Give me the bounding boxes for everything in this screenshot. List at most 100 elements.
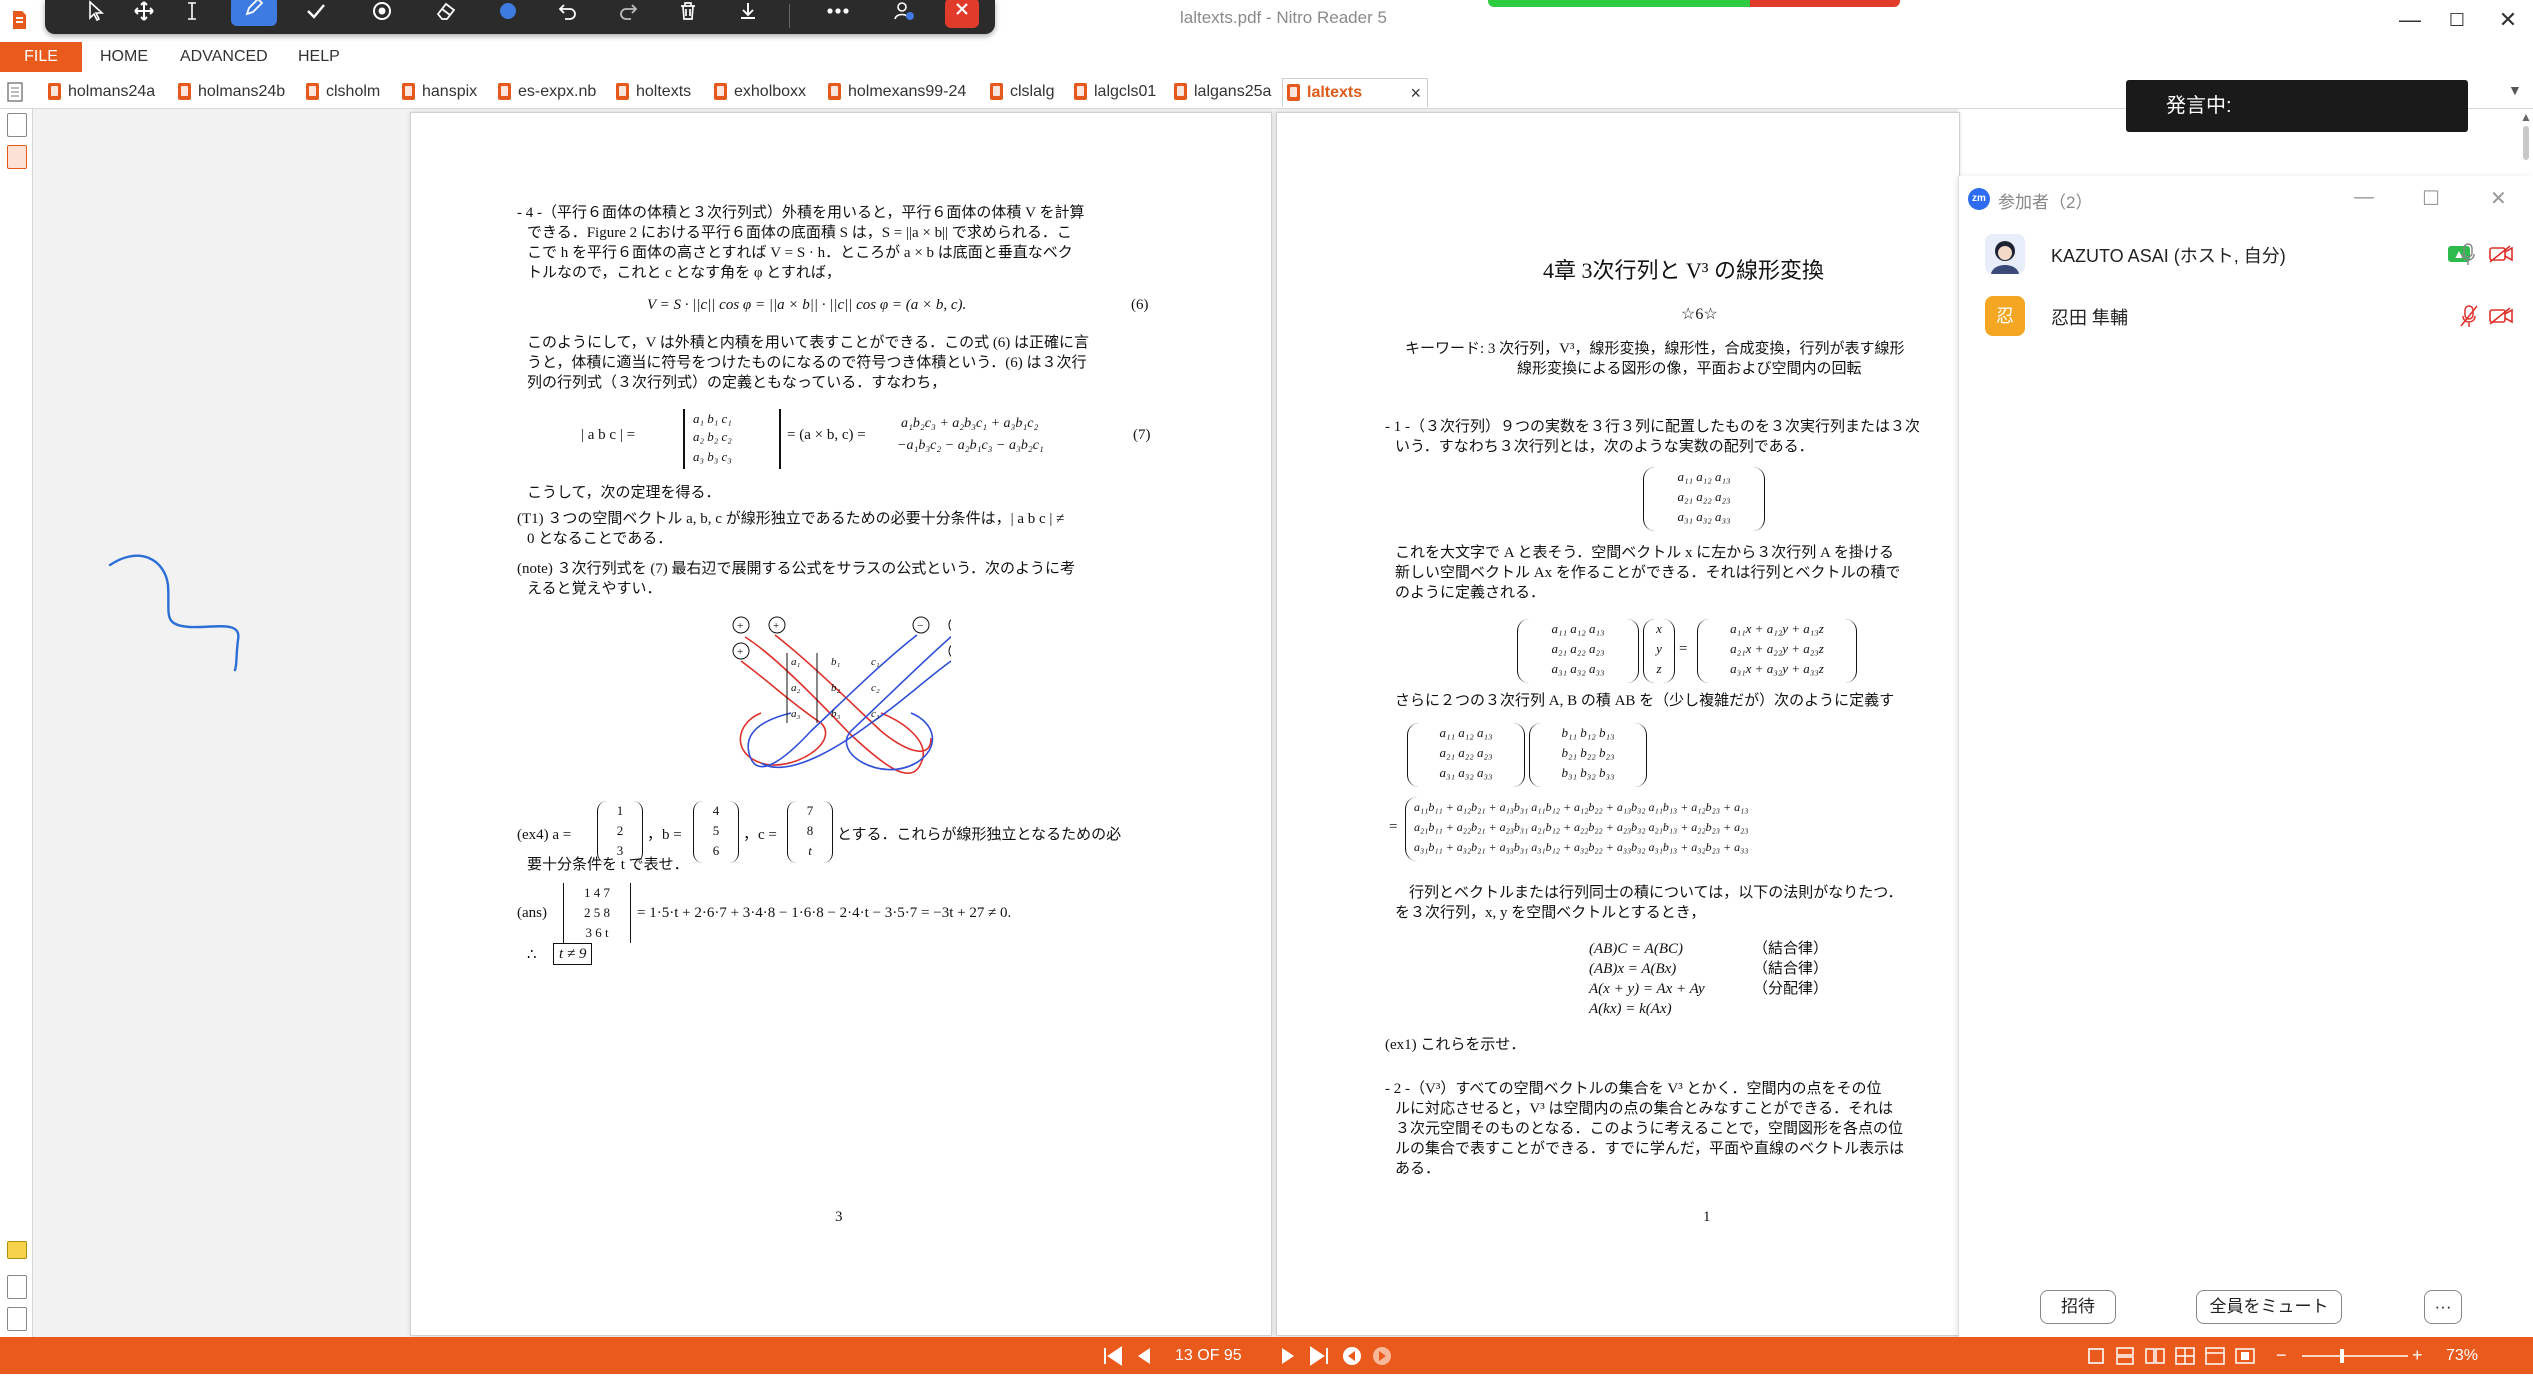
screen-share-bar[interactable] <box>1488 0 1750 7</box>
pdf-file-icon <box>402 83 415 100</box>
matrix-ab-product: a₁₁b₁₁ + a₁₂b₂₁ + a₁₃b₃₁ a₁₁b₁₂ + a₁₂b₂₂… <box>1405 797 1959 861</box>
sarrus-cell: c₂ <box>871 682 880 694</box>
sarrus-cell: b₃ <box>831 708 841 720</box>
fit-width-icon[interactable] <box>2234 1337 2256 1374</box>
mute-all-button[interactable]: 全員をミュート <box>2196 1290 2342 1324</box>
first-page-icon[interactable] <box>1100 1337 1126 1374</box>
more-icon[interactable] <box>815 0 861 32</box>
next-view-icon[interactable] <box>1370 1337 1394 1374</box>
microphone-icon[interactable] <box>2461 242 2475 266</box>
panel-minimize-icon[interactable]: — <box>2354 186 2374 209</box>
pen-annotation-stroke[interactable] <box>100 540 250 680</box>
vertical-scrollbar[interactable]: ▲ <box>2520 110 2533 174</box>
law-name: （結合律） <box>1753 961 1829 977</box>
menu-file[interactable]: FILE <box>0 42 82 72</box>
panel-close-icon[interactable]: ✕ <box>2490 186 2507 211</box>
close-window-button[interactable]: ✕ <box>2485 2 2531 38</box>
tab-hanspix[interactable]: hanspix <box>398 78 477 106</box>
eraser-icon[interactable] <box>423 0 469 32</box>
single-page-view-icon[interactable] <box>2086 1337 2106 1374</box>
participant-row[interactable]: 忍 忍田 隼輔 <box>1985 296 2525 336</box>
stamp-icon[interactable] <box>359 0 405 32</box>
tab-overflow-chevron-icon[interactable]: ▼ <box>2508 82 2522 98</box>
sarrus-cell: a₃ <box>791 708 801 720</box>
undo-icon[interactable] <box>545 0 591 32</box>
move-icon[interactable] <box>121 0 167 32</box>
bookmarks-panel-icon[interactable] <box>7 145 27 169</box>
tab-holmexans99-24[interactable]: holmexans99-24 <box>824 78 966 106</box>
text-cursor-icon[interactable] <box>169 0 215 32</box>
tab-laltexts[interactable]: laltexts × <box>1282 78 1428 107</box>
sarrus-cell: a₂ <box>791 682 801 694</box>
tab-close-icon[interactable]: × <box>1410 79 1421 107</box>
invite-button[interactable]: 招待 <box>2040 1290 2116 1324</box>
menu-help[interactable]: HELP <box>298 42 340 72</box>
participants-title: 参加者（2） <box>1998 193 2093 212</box>
tab-exholboxx[interactable]: exholboxx <box>710 78 806 106</box>
menu-advanced[interactable]: ADVANCED <box>180 42 268 72</box>
redo-icon[interactable] <box>605 0 651 32</box>
delete-icon[interactable] <box>665 0 711 32</box>
continuous-facing-view-icon[interactable] <box>2174 1337 2196 1374</box>
equation-6: V = S · ||c|| cos φ = ||a × b|| · ||c|| … <box>647 297 967 313</box>
color-picker-icon[interactable] <box>485 0 531 32</box>
video-off-icon[interactable] <box>2488 306 2514 326</box>
maximize-button[interactable]: ☐ <box>2432 2 2482 38</box>
det-numeric: 1 4 72 5 83 6 t <box>563 883 631 943</box>
share-user-icon[interactable] <box>881 0 927 32</box>
tab-holmans24a[interactable]: holmans24a <box>44 78 155 106</box>
tab-holtexts[interactable]: holtexts <box>612 78 691 106</box>
text-line: これを大文字で A と表そう．空間ベクトル x に左から３次行列 A を掛ける <box>1395 545 1894 561</box>
panel-maximize-icon[interactable]: ☐ <box>2422 186 2440 211</box>
text-line: うと，体積に適当に符号をつけたものになるので符号つき体積という．(6) は３次行 <box>527 355 1087 371</box>
microphone-muted-icon[interactable] <box>2459 304 2479 328</box>
comments-panel-icon[interactable] <box>7 1241 27 1259</box>
output-panel-icon[interactable] <box>7 1307 27 1331</box>
matrix-a-ab: a₁₁ a₁₂ a₁₃ a₂₁ a₂₂ a₂₃ a₃₁ a₃₂ a₃₃ <box>1407 723 1525 787</box>
split-view-icon[interactable] <box>2204 1337 2226 1374</box>
pdf-file-icon <box>714 83 727 100</box>
tab-clsholm[interactable]: clsholm <box>302 78 380 106</box>
stop-share-bar[interactable] <box>1750 0 1900 7</box>
equals-sign: = <box>1389 819 1398 835</box>
select-arrow-icon[interactable] <box>73 0 119 32</box>
next-page-icon[interactable] <box>1278 1337 1298 1374</box>
text-line: このようにして，V は外積と内積を用いて表すことができる．この式 (6) は正確… <box>527 335 1090 351</box>
left-side-panel <box>0 109 33 1337</box>
previous-view-icon[interactable] <box>1340 1337 1364 1374</box>
text-line: 行列とベクトルまたは行列同士の積については，以下の法則がなりたつ． <box>1409 885 1903 901</box>
close-annotation-icon[interactable] <box>945 0 979 28</box>
ans-label: (ans) <box>517 905 547 921</box>
minimize-button[interactable]: — <box>2385 2 2435 38</box>
more-options-button[interactable]: ··· <box>2424 1290 2462 1324</box>
law-name: （分配律） <box>1753 981 1829 997</box>
pen-icon[interactable] <box>231 0 277 26</box>
tab-holmans24b[interactable]: holmans24b <box>174 78 285 106</box>
tab-es-expx[interactable]: es-expx.nb <box>494 78 596 106</box>
text-line: を３次行列，x, y を空間ベクトルとするとき， <box>1395 905 1706 921</box>
zoom-slider[interactable] <box>2300 1337 2410 1374</box>
zoom-out-icon[interactable]: − <box>2276 1337 2287 1374</box>
previous-page-icon[interactable] <box>1134 1337 1154 1374</box>
tab-list-icon[interactable] <box>6 81 24 103</box>
video-off-icon[interactable] <box>2488 244 2514 264</box>
facing-view-icon[interactable] <box>2144 1337 2166 1374</box>
check-icon[interactable] <box>293 0 339 32</box>
continuous-view-icon[interactable] <box>2114 1337 2136 1374</box>
attachments-panel-icon[interactable] <box>7 1275 27 1299</box>
participant-row[interactable]: KAZUTO ASAI (ホスト, 自分) ▲ <box>1985 234 2525 274</box>
zoom-level[interactable]: 73% <box>2446 1337 2478 1374</box>
menu-home[interactable]: HOME <box>100 42 148 72</box>
tab-clslalg[interactable]: clslalg <box>986 78 1054 106</box>
matrix-b: b₁₁ b₁₂ b₁₃ b₂₁ b₂₂ b₂₃ b₃₁ b₃₂ b₃₃ <box>1529 723 1647 787</box>
det-row-2: a₂ b₂ c₂ <box>693 429 732 444</box>
window-title: laltexts.pdf - Nitro Reader 5 <box>1180 8 1387 27</box>
tab-lalgans25a[interactable]: lalgans25a <box>1170 78 1271 106</box>
pages-panel-icon[interactable] <box>7 113 27 137</box>
tab-lalgcls01[interactable]: lalgcls01 <box>1070 78 1156 106</box>
zoom-in-icon[interactable]: + <box>2412 1337 2423 1374</box>
text-line: 新しい空間ベクトル Ax を作ることができる．それは行列とベクトルの積で <box>1395 565 1901 581</box>
page-indicator[interactable]: 13 OF 95 <box>1175 1337 1242 1374</box>
save-icon[interactable] <box>725 0 771 32</box>
last-page-icon[interactable] <box>1306 1337 1332 1374</box>
